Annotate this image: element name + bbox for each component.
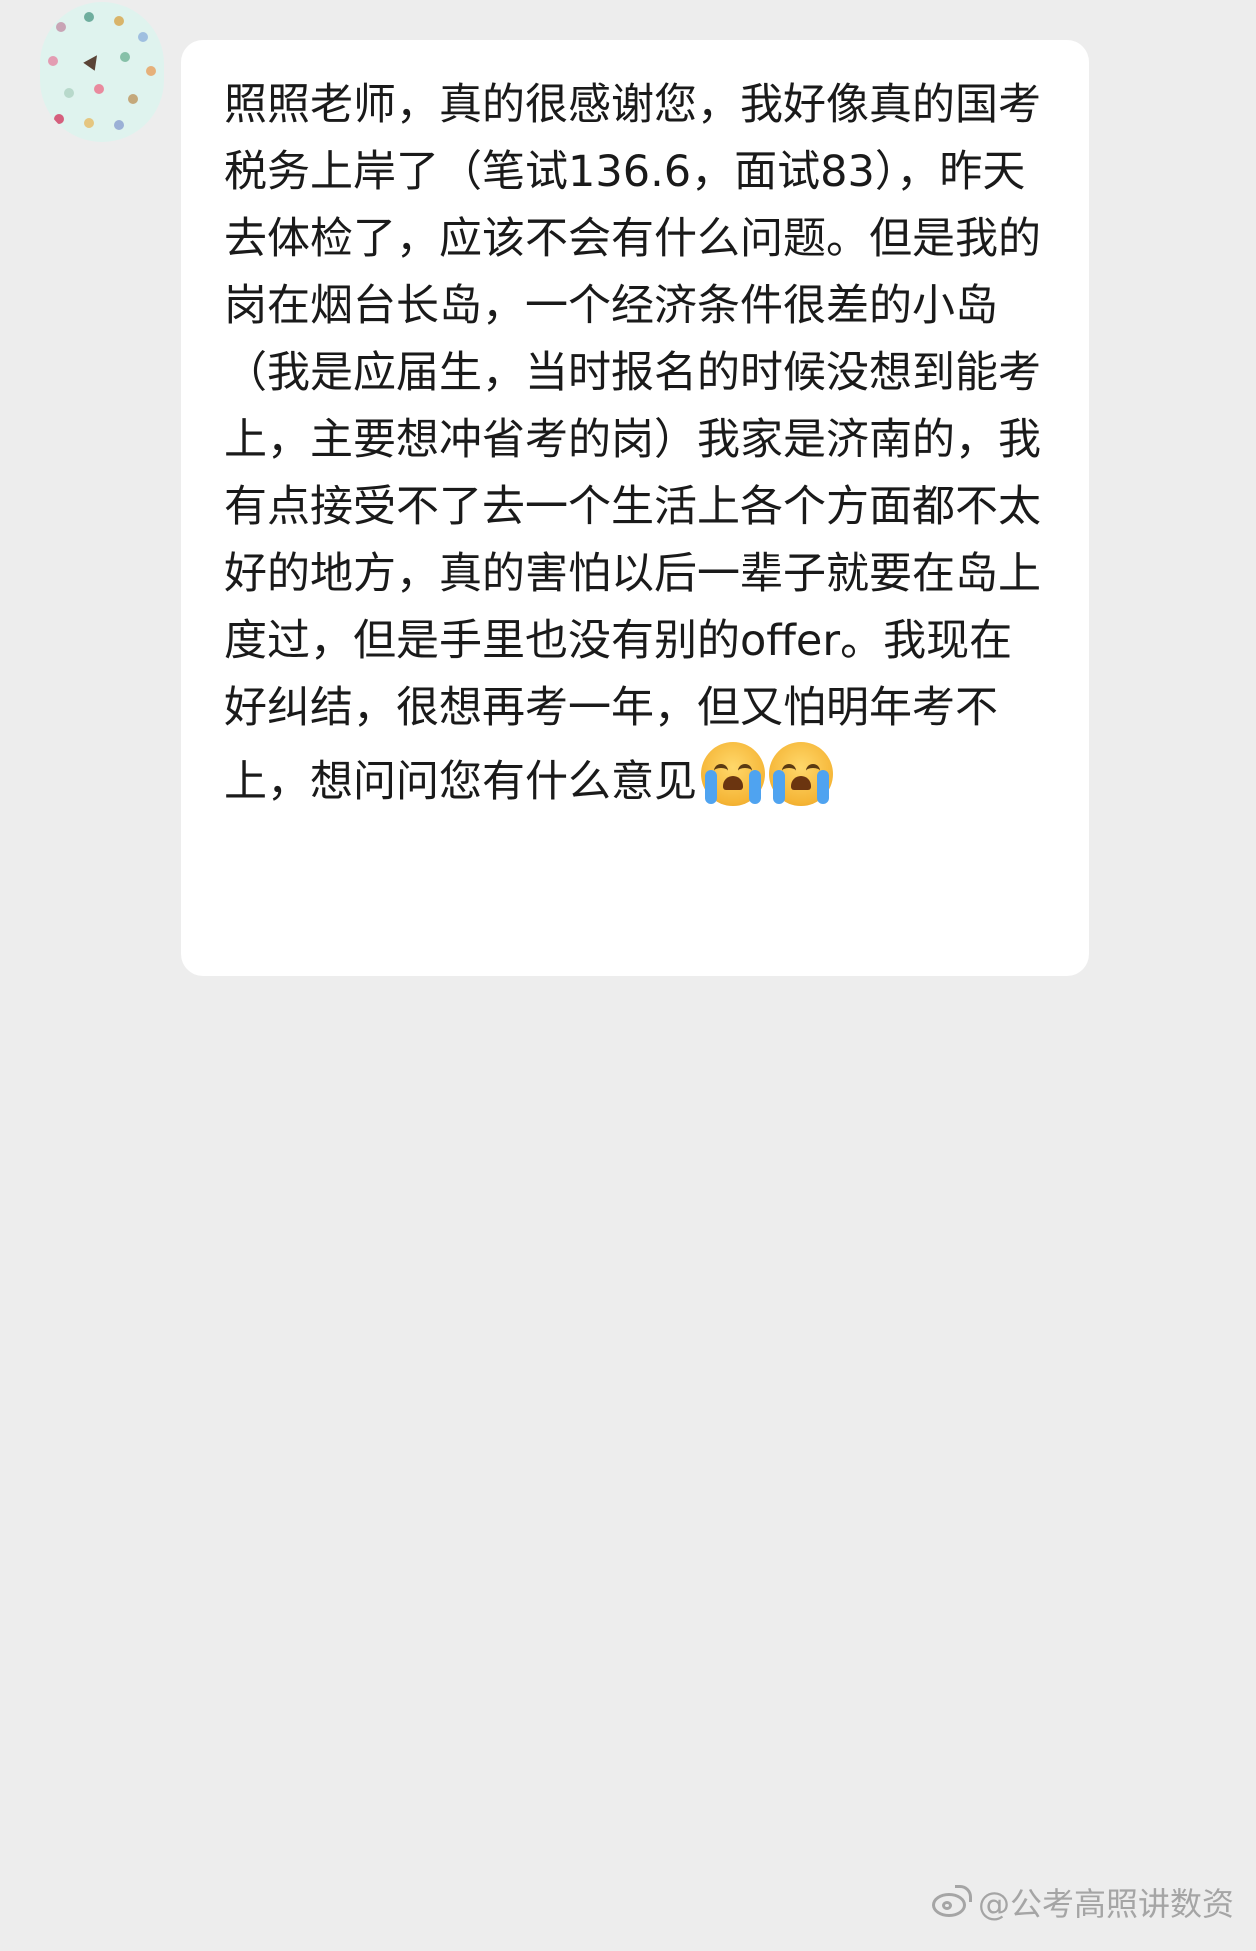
message-body: 照照老师，真的很感谢您，我好像真的国考税务上岸了（笔试136.6，面试83），昨… (224, 80, 1041, 807)
avatar-dot (114, 16, 124, 26)
avatar-dot (84, 118, 94, 128)
loudly-crying-face-icon (701, 742, 765, 806)
loudly-crying-face-icon (769, 742, 833, 806)
avatar-dot (146, 66, 156, 76)
emoji-group (701, 742, 833, 806)
avatar-dot (54, 114, 64, 124)
message-bubble[interactable]: 照照老师，真的很感谢您，我好像真的国考税务上岸了（笔试136.6，面试83），昨… (181, 40, 1089, 976)
avatar-dot (128, 94, 138, 104)
weibo-watermark: @公考高照讲数资 (930, 1879, 1234, 1925)
avatar-dot (84, 12, 94, 22)
avatar-dot (48, 56, 58, 66)
avatar-dot (56, 22, 66, 32)
weibo-icon (930, 1885, 972, 1919)
avatar-dot (114, 120, 124, 130)
avatar-dot (94, 84, 104, 94)
avatar-figure-icon (83, 51, 103, 71)
avatar-dot (120, 52, 130, 62)
watermark-text: @公考高照讲数资 (977, 1885, 1234, 1923)
message-text: 照照老师，真的很感谢您，我好像真的国考税务上岸了（笔试136.6，面试83），昨… (224, 72, 1051, 816)
avatar-dot (138, 32, 148, 42)
avatar-dot (64, 88, 74, 98)
sender-avatar[interactable] (40, 2, 164, 142)
